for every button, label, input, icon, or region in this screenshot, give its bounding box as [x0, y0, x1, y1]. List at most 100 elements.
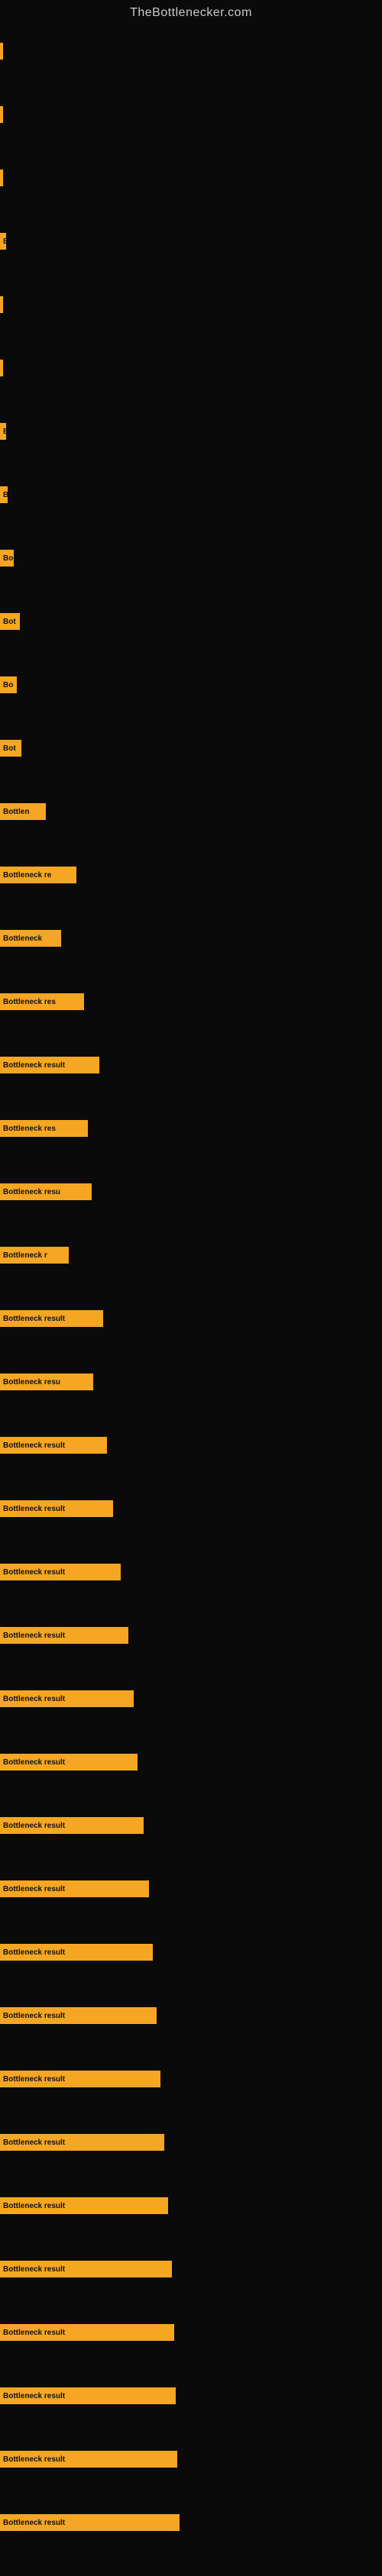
- bar: Bottleneck result: [0, 1944, 153, 1961]
- bar: Bottlen: [0, 803, 46, 820]
- bar-label: Bottleneck resu: [3, 1188, 60, 1196]
- bar-row: Bot: [0, 738, 382, 758]
- bar: Bottleneck result: [0, 2134, 164, 2151]
- bar-label: Bo: [3, 681, 13, 689]
- bar-label: Bottleneck: [3, 935, 42, 943]
- bar-row: Bottleneck result: [0, 1562, 382, 1582]
- bar: Bottleneck result: [0, 2071, 160, 2087]
- bar: B: [0, 233, 6, 250]
- bar-row: Bottleneck r: [0, 1245, 382, 1265]
- bar-row: Bottleneck result: [0, 2132, 382, 2152]
- bar-row: Bottleneck result: [0, 1942, 382, 1962]
- bar-label: Bottleneck result: [3, 1948, 65, 1957]
- bar-row: [0, 41, 382, 61]
- bar: Bot: [0, 740, 21, 757]
- bar: Bottleneck res: [0, 1120, 88, 1137]
- bar-row: Bo: [0, 675, 382, 695]
- bar: [0, 296, 3, 313]
- bar-label: Bottleneck res: [3, 998, 56, 1006]
- bar: Bot: [0, 613, 20, 630]
- bar-label: Bottleneck resu: [3, 1378, 60, 1386]
- bar: Bottleneck result: [0, 1310, 103, 1327]
- bar-label: Bottlen: [3, 808, 29, 816]
- bar: [0, 43, 3, 60]
- bar-row: Bottlen: [0, 802, 382, 822]
- bar-label: Bot: [3, 744, 16, 753]
- bar-row: Bottleneck result: [0, 2196, 382, 2216]
- bar-label: Bottleneck result: [3, 1568, 65, 1577]
- bar-label: Bottleneck result: [3, 1632, 65, 1640]
- bar-label: Bottleneck result: [3, 2392, 65, 2400]
- bar: [0, 106, 3, 123]
- bar-row: Bottleneck result: [0, 1499, 382, 1519]
- bar: Bottleneck result: [0, 1437, 107, 1454]
- bar-label: Bo: [3, 554, 13, 563]
- bar-row: Bottleneck result: [0, 2323, 382, 2342]
- bar: Bottleneck result: [0, 2514, 180, 2531]
- bar: Bottleneck result: [0, 2007, 157, 2024]
- bar-row: Bottleneck result: [0, 1879, 382, 1899]
- bar-label: Bottleneck result: [3, 2012, 65, 2020]
- bars-container: B B B Bo Bot Bo Bot Bottlen Bottleneck re Bottlen…: [0, 41, 382, 2576]
- bar-label: Bottleneck result: [3, 1441, 65, 1450]
- bar-row: Bottleneck: [0, 928, 382, 948]
- bar: Bottleneck result: [0, 1690, 134, 1707]
- bar-label: Bottleneck result: [3, 2265, 65, 2274]
- bar-label: Bottleneck r: [3, 1251, 47, 1260]
- bar: Bottleneck result: [0, 1057, 99, 1073]
- bar-label: Bottleneck res: [3, 1125, 56, 1133]
- bar: Bottleneck res: [0, 993, 84, 1010]
- bar-label: Bottleneck result: [3, 2455, 65, 2464]
- bar: Bottleneck result: [0, 1627, 128, 1644]
- bar-row: [0, 105, 382, 124]
- bar: Bottleneck result: [0, 1564, 121, 1580]
- bar: Bottleneck result: [0, 2451, 177, 2468]
- bar-label: Bottleneck result: [3, 2139, 65, 2147]
- bar: Bo: [0, 676, 17, 693]
- bar-row: Bottleneck res: [0, 1119, 382, 1138]
- bar-label: Bot: [3, 618, 16, 626]
- bar-label: Bottleneck result: [3, 1758, 65, 1767]
- bar-label: Bottleneck result: [3, 1061, 65, 1070]
- bar-label: Bottleneck result: [3, 2519, 65, 2527]
- bar-row: Bottleneck res: [0, 992, 382, 1012]
- bar-row: Bottleneck resu: [0, 1372, 382, 1392]
- bar: Bottleneck result: [0, 1754, 138, 1771]
- bar: Bottleneck r: [0, 1247, 69, 1264]
- bar: Bottleneck resu: [0, 1183, 92, 1200]
- bar: [0, 169, 3, 186]
- bar: Bottleneck result: [0, 2197, 168, 2214]
- bar-row: B: [0, 231, 382, 251]
- bar-label: Bottleneck result: [3, 2202, 65, 2210]
- bar-row: [0, 358, 382, 378]
- bar-row: Bottleneck result: [0, 1625, 382, 1645]
- bar: Bo: [0, 550, 14, 567]
- bar: [0, 360, 3, 376]
- bar-label: B: [3, 491, 8, 499]
- bar: Bottleneck result: [0, 2261, 172, 2277]
- bar-row: B: [0, 485, 382, 505]
- bar: Bottleneck: [0, 930, 61, 947]
- bar-label: Bottleneck result: [3, 1505, 65, 1513]
- bar: B: [0, 423, 6, 440]
- bar-row: Bottleneck re: [0, 865, 382, 885]
- bar-row: [0, 168, 382, 188]
- bar-row: Bottleneck result: [0, 2513, 382, 2532]
- bar-row: [0, 295, 382, 315]
- bar-row: Bottleneck result: [0, 1816, 382, 1835]
- bar: B: [0, 486, 8, 503]
- bar-row: B: [0, 421, 382, 441]
- bar-label: Bottleneck result: [3, 1885, 65, 1893]
- bar-row: Bottleneck result: [0, 2386, 382, 2406]
- bar: Bottleneck result: [0, 2387, 176, 2404]
- bar-label: Bottleneck result: [3, 1822, 65, 1830]
- bar-row: Bottleneck result: [0, 1309, 382, 1328]
- bar-label: B: [3, 237, 6, 246]
- bar-label: Bottleneck result: [3, 1315, 65, 1323]
- bar-label: Bottleneck result: [3, 1695, 65, 1703]
- bar: Bottleneck resu: [0, 1374, 93, 1390]
- bar-row: Bottleneck resu: [0, 1182, 382, 1202]
- bar-row: Bottleneck result: [0, 2259, 382, 2279]
- bar-row: Bot: [0, 612, 382, 631]
- bar-row: Bo: [0, 548, 382, 568]
